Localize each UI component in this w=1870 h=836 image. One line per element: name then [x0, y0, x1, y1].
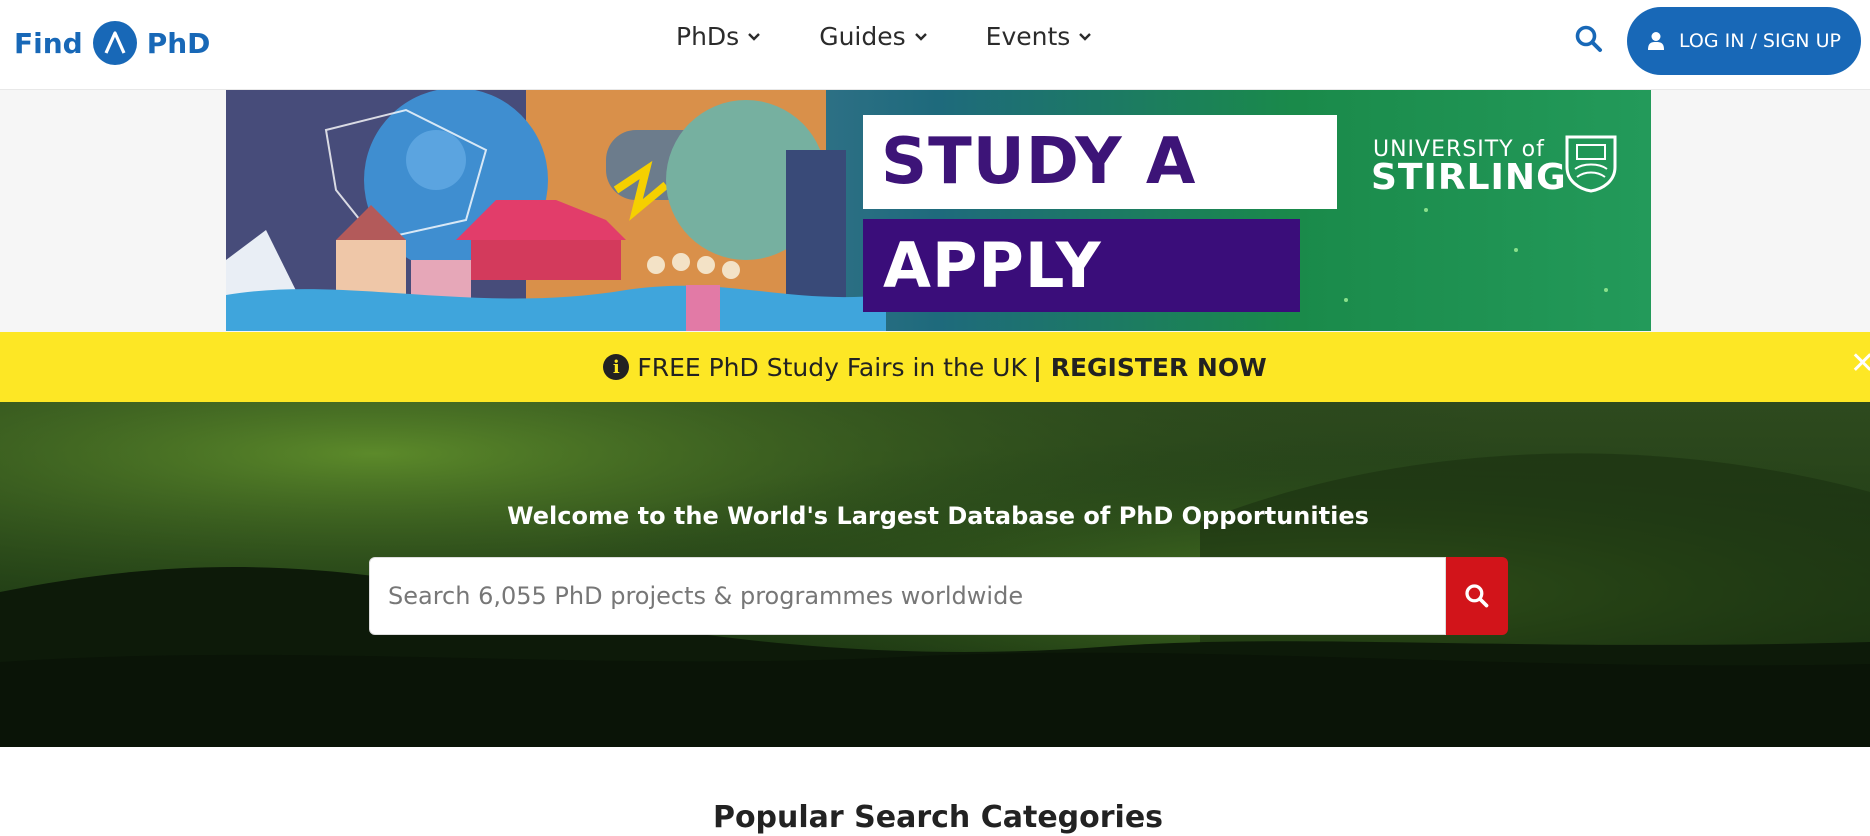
hero-search-box	[369, 557, 1446, 635]
search-icon	[1465, 584, 1489, 608]
search-input[interactable]	[370, 558, 1445, 634]
university-crest-icon	[1565, 135, 1617, 193]
nav-item-label: Events	[985, 22, 1071, 51]
main-nav: PhDs Guides Events	[676, 22, 1092, 51]
register-now-link[interactable]: | REGISTER NOW	[1033, 353, 1267, 382]
user-icon	[1648, 32, 1664, 50]
findaphd-logo-icon	[92, 21, 137, 65]
site-header: Find PhD PhDs Guides Events LOG IN / SIG…	[0, 0, 1870, 90]
study-fairs-notice-bar: i FREE PhD Study Fairs in the UK | REGIS…	[0, 332, 1870, 402]
hero-title: Welcome to the World's Largest Database …	[507, 502, 1369, 530]
university-ad-banner[interactable]: STUDY A PhD APPLY NOW UNIVERSITY of STIR…	[226, 90, 1651, 331]
close-icon[interactable]: ✕	[1850, 346, 1870, 381]
ad-stirling-text: STIRLING	[1371, 157, 1567, 198]
info-icon: i	[603, 354, 630, 380]
nav-item-guides[interactable]: Guides	[819, 22, 927, 51]
nav-item-events[interactable]: Events	[986, 22, 1093, 51]
nav-item-phds[interactable]: PhDs	[676, 22, 761, 51]
chevron-down-icon	[914, 32, 927, 41]
search-icon	[1575, 25, 1602, 52]
chevron-down-icon	[1079, 32, 1092, 41]
logo-phd-text: PhD	[146, 26, 211, 60]
login-signup-button[interactable]: LOG IN / SIGN UP	[1627, 7, 1861, 75]
site-logo[interactable]: Find PhD	[14, 20, 210, 66]
header-search-button[interactable]	[1574, 24, 1606, 56]
nav-item-label: PhDs	[676, 22, 740, 51]
logo-find-text: Find	[14, 26, 83, 60]
nav-item-label: Guides	[819, 22, 906, 51]
ad-apply-now-text: APPLY NOW	[863, 219, 1300, 331]
notice-text: FREE PhD Study Fairs in the UK	[637, 352, 1027, 382]
hero-section: Welcome to the World's Largest Database …	[0, 402, 1870, 747]
chevron-down-icon	[748, 32, 761, 41]
popular-categories-heading: Popular Search Categories	[712, 800, 1164, 835]
login-signup-label: LOG IN / SIGN UP	[1679, 30, 1841, 52]
search-submit-button[interactable]	[1446, 557, 1508, 635]
ad-study-phd-text: STUDY A PhD	[863, 115, 1337, 293]
